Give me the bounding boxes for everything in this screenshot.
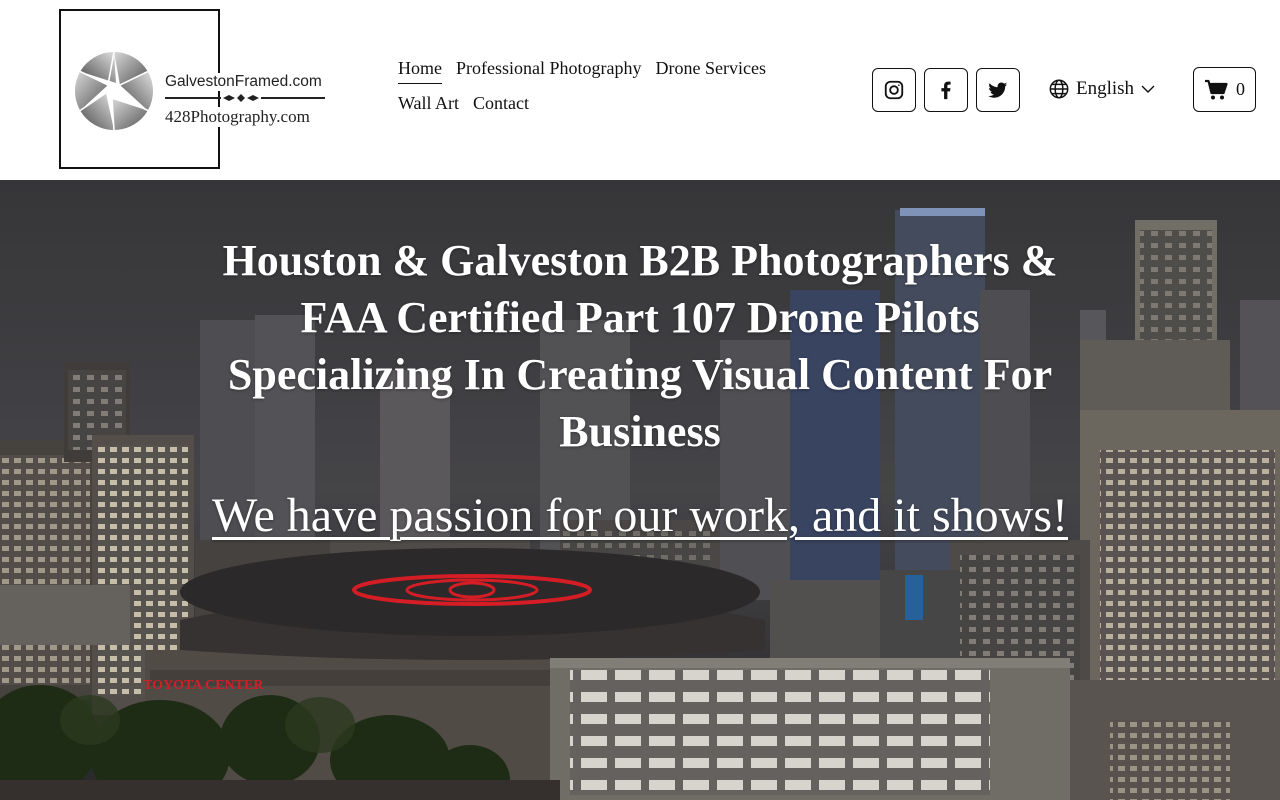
aperture-icon (74, 51, 154, 131)
facebook-icon (941, 81, 951, 100)
language-selector[interactable]: English (1048, 78, 1156, 100)
twitter-icon (988, 82, 1008, 98)
logo-ornament (221, 93, 261, 103)
nav-drone-services[interactable]: Drone Services (655, 58, 765, 83)
cart-count: 0 (1236, 79, 1245, 99)
nav-home[interactable]: Home (398, 58, 442, 84)
main-nav: Home Professional Photography Drone Serv… (398, 58, 818, 128)
nav-contact[interactable]: Contact (473, 93, 529, 118)
nav-wall-art[interactable]: Wall Art (398, 93, 459, 118)
site-header: GalvestonFramed.com 428Photography.com H… (0, 0, 1280, 180)
cart-icon (1205, 79, 1228, 99)
hero-section: TOYOTA CENTER Houston & Galveston B2B Ph… (0, 180, 1280, 800)
twitter-button[interactable] (976, 68, 1020, 112)
chevron-down-icon (1141, 85, 1155, 93)
site-logo[interactable]: GalvestonFramed.com 428Photography.com (59, 9, 325, 169)
language-label: English (1076, 78, 1135, 99)
facebook-button[interactable] (924, 68, 968, 112)
instagram-button[interactable] (872, 68, 916, 112)
instagram-icon (884, 80, 904, 100)
hero-tagline-link[interactable]: We have passion for our work, and it sho… (190, 488, 1090, 543)
cart-button[interactable]: 0 (1193, 67, 1256, 112)
logo-text-galveston: GalvestonFramed.com (165, 73, 324, 91)
hero-title: Houston & Galveston B2B Photographers & … (222, 236, 1058, 456)
social-links (872, 68, 1020, 112)
nav-professional-photography[interactable]: Professional Photography (456, 58, 641, 83)
globe-icon (1049, 79, 1069, 99)
logo-text-428: 428Photography.com (165, 107, 312, 127)
